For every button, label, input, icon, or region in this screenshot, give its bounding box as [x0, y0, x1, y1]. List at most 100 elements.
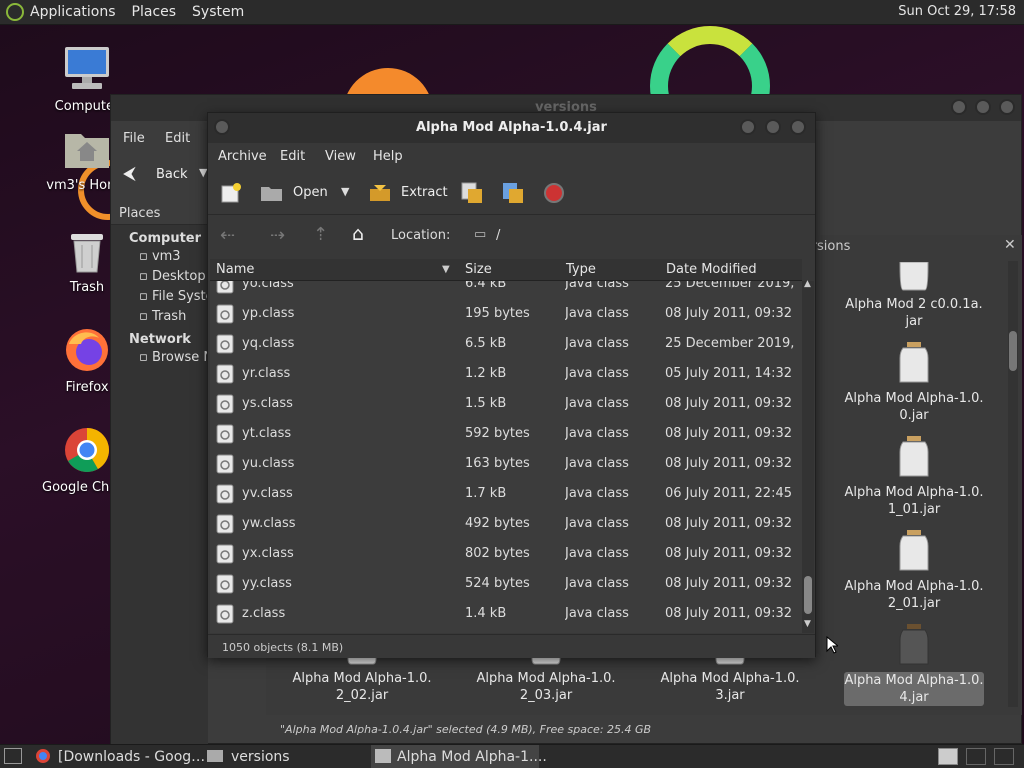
- task-versions[interactable]: versions: [207, 745, 367, 768]
- stop-icon[interactable]: [543, 182, 565, 204]
- table-row[interactable]: z.class 1.4 kB Java class 08 July 2011, 09:…: [210, 599, 802, 629]
- up-arrow-icon[interactable]: ⇡: [313, 224, 328, 245]
- new-archive-icon[interactable]: [220, 182, 242, 204]
- show-desktop-icon[interactable]: [4, 748, 22, 764]
- clock[interactable]: Sun Oct 29, 17:58: [898, 4, 1016, 19]
- back-arrow-icon[interactable]: ⮜: [123, 163, 136, 184]
- file-item[interactable]: Alpha Mod Alpha-1.0. 2_02.jar: [292, 652, 432, 704]
- menu-help[interactable]: Help: [373, 149, 403, 164]
- scrollbar-thumb[interactable]: [1009, 331, 1017, 371]
- file-item[interactable]: Alpha Mod Alpha-1.0. 2_01.jar: [844, 530, 984, 612]
- back-arrow-icon[interactable]: ⇠: [220, 225, 235, 246]
- workspace-switcher-3[interactable]: [994, 748, 1014, 765]
- extract-icon[interactable]: [368, 183, 392, 203]
- home-icon[interactable]: ⌂: [352, 223, 364, 245]
- sidebar-item-vm3[interactable]: ▫ vm3: [111, 246, 208, 266]
- places-group-network: Network: [129, 332, 191, 347]
- open-button[interactable]: Open: [293, 185, 328, 200]
- file-item[interactable]: Alpha Mod Alpha-1.0. 2_03.jar: [476, 652, 616, 704]
- add-folder-icon[interactable]: [501, 181, 525, 205]
- places-header[interactable]: Places: [111, 203, 208, 225]
- cell-name: yw.class: [242, 516, 296, 531]
- places-menu[interactable]: Places: [132, 4, 177, 20]
- column-type[interactable]: Type: [566, 262, 596, 277]
- menu-file[interactable]: File: [123, 131, 145, 146]
- table-row[interactable]: yq.class 6.5 kB Java class 25 December 2019…: [210, 329, 802, 359]
- table-row[interactable]: yt.class 592 bytes Java class 08 July 2011,…: [210, 419, 802, 449]
- menu-edit[interactable]: Edit: [165, 131, 190, 146]
- table-row[interactable]: yv.class 1.7 kB Java class 06 July 2011, 22…: [210, 479, 802, 509]
- firefox-icon: [66, 329, 108, 371]
- mouse-cursor-icon: [826, 636, 838, 654]
- scrollbar-thumb[interactable]: [804, 576, 812, 614]
- close-button[interactable]: [999, 99, 1015, 115]
- table-row[interactable]: yu.class 163 bytes Java class 08 July 2011,…: [210, 449, 802, 479]
- distro-logo-icon[interactable]: [6, 3, 24, 21]
- task-archive-active[interactable]: Alpha Mod Alpha-1....: [371, 745, 547, 768]
- table-row[interactable]: yy.class 524 bytes Java class 08 July 2011,…: [210, 569, 802, 599]
- cell-date: 08 July 2011, 09:32: [665, 456, 792, 471]
- table-row[interactable]: ys.class 1.5 kB Java class 08 July 2011, 09…: [210, 389, 802, 419]
- menu-edit[interactable]: Edit: [280, 149, 305, 164]
- maximize-button[interactable]: [975, 99, 991, 115]
- tab-close-icon[interactable]: ✕: [1004, 237, 1016, 253]
- cell-date: 08 July 2011, 09:32: [665, 306, 792, 321]
- column-date-modified[interactable]: Date Modified: [666, 262, 757, 277]
- task-chrome[interactable]: [Downloads - Goog…: [36, 745, 205, 768]
- sidebar-item-trash[interactable]: ▫ Trash: [111, 306, 208, 326]
- file-item[interactable]: Alpha Mod Alpha-1.0. 3.jar: [660, 652, 800, 704]
- file-list[interactable]: yo.class 6.4 kB Java class 25 December 2019…: [210, 281, 802, 633]
- cell-type: Java class: [565, 546, 629, 561]
- sidebar-item-desktop[interactable]: ▫ Desktop: [111, 266, 208, 286]
- cell-date: 08 July 2011, 09:32: [665, 516, 792, 531]
- archive-titlebar[interactable]: Alpha Mod Alpha-1.0.4.jar: [208, 113, 815, 143]
- minimize-button[interactable]: [740, 119, 756, 135]
- archive-manager-window[interactable]: Alpha Mod Alpha-1.0.4.jar Archive Edit V…: [207, 112, 816, 658]
- cell-type: Java class: [565, 456, 629, 471]
- location-field[interactable]: ▭ /: [468, 224, 808, 248]
- close-button[interactable]: [790, 119, 806, 135]
- workspace-switcher-2[interactable]: [966, 748, 986, 765]
- file-item[interactable]: Alpha Mod Alpha-1.0. 1_01.jar: [844, 436, 984, 518]
- open-dropdown-chevron-icon[interactable]: ▼: [341, 185, 349, 198]
- scroll-down-icon[interactable]: ▼: [804, 619, 811, 629]
- add-files-icon[interactable]: [460, 181, 484, 205]
- cell-name: yv.class: [242, 486, 293, 501]
- column-name[interactable]: Name: [216, 262, 254, 277]
- table-row[interactable]: yr.class 1.2 kB Java class 05 July 2011, 14…: [210, 359, 802, 389]
- cell-size: 802 bytes: [465, 546, 530, 561]
- back-button[interactable]: Back: [156, 167, 188, 182]
- archive-menubar: Archive Edit View Help: [208, 143, 815, 171]
- cell-date: 05 July 2011, 14:32: [665, 366, 792, 381]
- table-row[interactable]: yo.class 6.4 kB Java class 25 December 2019…: [210, 281, 802, 299]
- cell-date: 25 December 2019, …: [665, 336, 800, 351]
- forward-arrow-icon[interactable]: ⇢: [270, 225, 285, 246]
- sidebar-item-browse-network[interactable]: ▫ Browse Network: [111, 347, 208, 367]
- icon-view-scrollbar[interactable]: [1008, 261, 1018, 707]
- jar-file-icon: [899, 530, 929, 571]
- scroll-up-icon[interactable]: ▲: [804, 279, 811, 289]
- workspace-switcher-icon[interactable]: [938, 748, 958, 765]
- system-menu[interactable]: System: [192, 4, 244, 20]
- extract-button[interactable]: Extract: [401, 185, 448, 200]
- cell-size: 163 bytes: [465, 456, 530, 471]
- file-manager-statusbar: "Alpha Mod Alpha-1.0.4.jar" selected (4.…: [280, 723, 652, 736]
- column-size[interactable]: Size: [465, 262, 492, 277]
- maximize-button[interactable]: [765, 119, 781, 135]
- minimize-button[interactable]: [951, 99, 967, 115]
- file-item[interactable]: Alpha Mod 2 c0.0.1a. jar: [844, 262, 984, 330]
- file-item[interactable]: Alpha Mod Alpha-1.0. 0.jar: [844, 342, 984, 424]
- table-row[interactable]: yp.class 195 bytes Java class 08 July 2011,…: [210, 299, 802, 329]
- cell-type: Java class: [565, 366, 629, 381]
- menu-view[interactable]: View: [325, 149, 356, 164]
- table-row[interactable]: yx.class 802 bytes Java class 08 July 2011,…: [210, 539, 802, 569]
- file-item-selected[interactable]: Alpha Mod Alpha-1.0. 4.jar: [844, 624, 984, 706]
- sort-descending-icon[interactable]: ▼: [442, 264, 450, 275]
- open-folder-icon[interactable]: [260, 183, 284, 203]
- table-row[interactable]: yw.class 492 bytes Java class 08 July 2011,…: [210, 509, 802, 539]
- menu-archive[interactable]: Archive: [218, 149, 267, 164]
- sidebar-item-file-system[interactable]: ▫ File System: [111, 286, 208, 306]
- applications-menu[interactable]: Applications: [30, 4, 116, 20]
- file-list-scrollbar[interactable]: ▲ ▼: [802, 279, 814, 633]
- archive-menu-button[interactable]: [214, 119, 230, 135]
